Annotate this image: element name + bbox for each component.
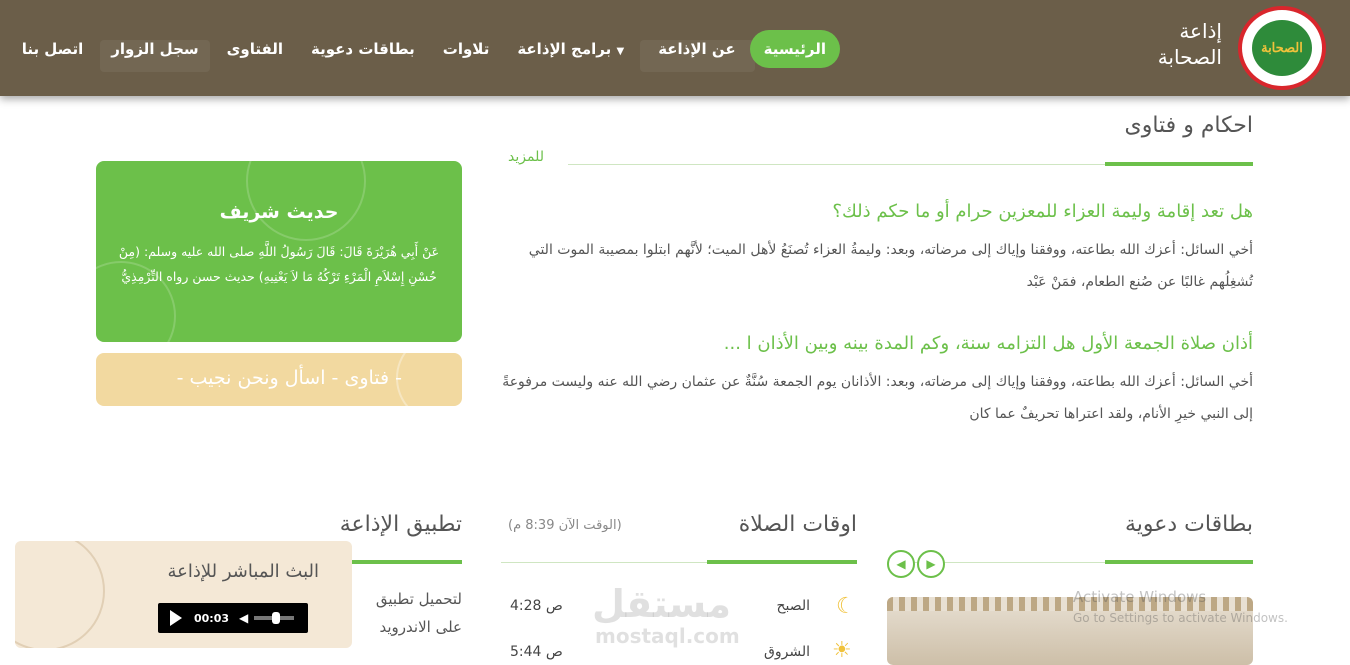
- site-name-line2: الصحابة: [1157, 45, 1222, 69]
- live-player-title: البث المباشر للإذاعة: [167, 561, 320, 582]
- nav-about[interactable]: عن الإذاعة: [644, 30, 749, 68]
- site-name-line1: إذاعة: [1179, 19, 1222, 43]
- watermark-logo: مستقل: [592, 582, 731, 626]
- nav-guestbook[interactable]: سجل الزوار: [97, 30, 212, 68]
- nav-programs-label: برامج الإذاعة: [517, 40, 612, 58]
- section-title-underline: [707, 560, 857, 564]
- dawah-card-image[interactable]: [887, 597, 1253, 665]
- sun-icon: ☀: [832, 638, 852, 663]
- faded-background-text: [120, 10, 124, 25]
- ornament-decoration: [396, 353, 462, 406]
- main-nav: الرئيسية عن الإذاعة برامج الإذاعة ▼ تلاو…: [8, 30, 840, 68]
- fatwa-question-body: أخي السائل: أعزك الله بطاعته، ووفقنا وإي…: [528, 242, 1253, 290]
- nav-programs[interactable]: برامج الإذاعة ▼: [503, 30, 644, 68]
- ornament-decoration: [15, 541, 105, 648]
- fatwa-question-title[interactable]: هل تعد إقامة وليمة العزاء للمعزين حرام أ…: [832, 201, 1253, 222]
- volume-knob[interactable]: [272, 612, 281, 624]
- nav-contact[interactable]: اتصل بنا: [8, 30, 98, 68]
- chevron-down-icon: ▼: [616, 46, 625, 57]
- section-title-underline: [1105, 162, 1253, 166]
- chevron-right-icon: ▶: [926, 557, 936, 571]
- nav-recitations[interactable]: تلاوات: [429, 30, 504, 68]
- nav-dawah-cards[interactable]: بطاقات دعوية: [297, 30, 429, 68]
- prayer-name: الشروق: [764, 644, 810, 660]
- site-name[interactable]: إذاعة الصحابة: [1158, 18, 1222, 70]
- section-title-underline: [1105, 560, 1253, 564]
- carousel-prev-button[interactable]: ◀: [887, 550, 915, 578]
- fatwa-question-body: أخي السائل: أعزك الله بطاعته، ووفقنا وإي…: [502, 374, 1253, 422]
- site-logo[interactable]: الصحابة: [1238, 6, 1326, 90]
- audio-time: 00:03: [194, 611, 230, 625]
- nav-fatwas[interactable]: الفتاوى: [213, 30, 297, 68]
- site-header: الصحابة إذاعة الصحابة الرئيسية عن الإذاع…: [0, 0, 1350, 96]
- dawah-cards-title: بطاقات دعوية: [1124, 512, 1253, 537]
- app-download-text: لتحميل تطبيق: [375, 590, 462, 608]
- volume-icon[interactable]: ◀: [239, 611, 248, 625]
- prayer-name: الصبح: [776, 598, 810, 614]
- fatwas-section-title: احكام و فتاوى: [1124, 113, 1254, 138]
- prayer-times-title: اوقات الصلاة: [738, 512, 857, 537]
- more-link[interactable]: للمزيد: [508, 149, 544, 165]
- hadith-title: حديث شريف: [219, 201, 339, 223]
- fatwa-ask-banner-text: - فتاوى - اسأل ونحن نجيب -: [176, 367, 402, 389]
- fatwa-question-title[interactable]: أذان صلاة الجمعة الأول هل التزامه سنة، و…: [724, 333, 1253, 354]
- app-platform-text: على الاندرويد: [379, 618, 463, 636]
- nav-home[interactable]: الرئيسية: [749, 30, 840, 68]
- os-activation-hint: Go to Settings to activate Windows.: [1073, 611, 1288, 625]
- fatwa-ask-banner[interactable]: - فتاوى - اسأل ونحن نجيب -: [96, 353, 462, 406]
- os-activation-notice: Activate Windows: [1073, 588, 1207, 606]
- current-time: (الوقت الآن 8:39 م): [508, 518, 622, 533]
- prayer-time: 5:44 ص: [510, 644, 563, 660]
- audio-player[interactable]: 00:03 ◀: [158, 603, 308, 633]
- volume-slider[interactable]: [254, 612, 295, 624]
- hadith-card: حديث شريف عَنْ أَبِي هُرَيْرَةَ قَالَ: ق…: [96, 161, 462, 342]
- prayer-time: 4:28 ص: [510, 598, 563, 614]
- carousel-next-button[interactable]: ▶: [917, 550, 945, 578]
- watermark-url: mostaql.com: [595, 624, 740, 648]
- play-icon[interactable]: [170, 610, 182, 626]
- logo-emblem: الصحابة: [1252, 20, 1312, 76]
- live-player: البث المباشر للإذاعة 00:03 ◀: [15, 541, 352, 648]
- chevron-left-icon: ◀: [896, 557, 906, 571]
- hadith-text: عَنْ أَبِي هُرَيْرَةَ قَالَ: قَالَ رَسُو…: [118, 244, 440, 284]
- app-section-title: تطبيق الإذاعة: [339, 512, 462, 537]
- moon-icon: ☾: [836, 594, 856, 619]
